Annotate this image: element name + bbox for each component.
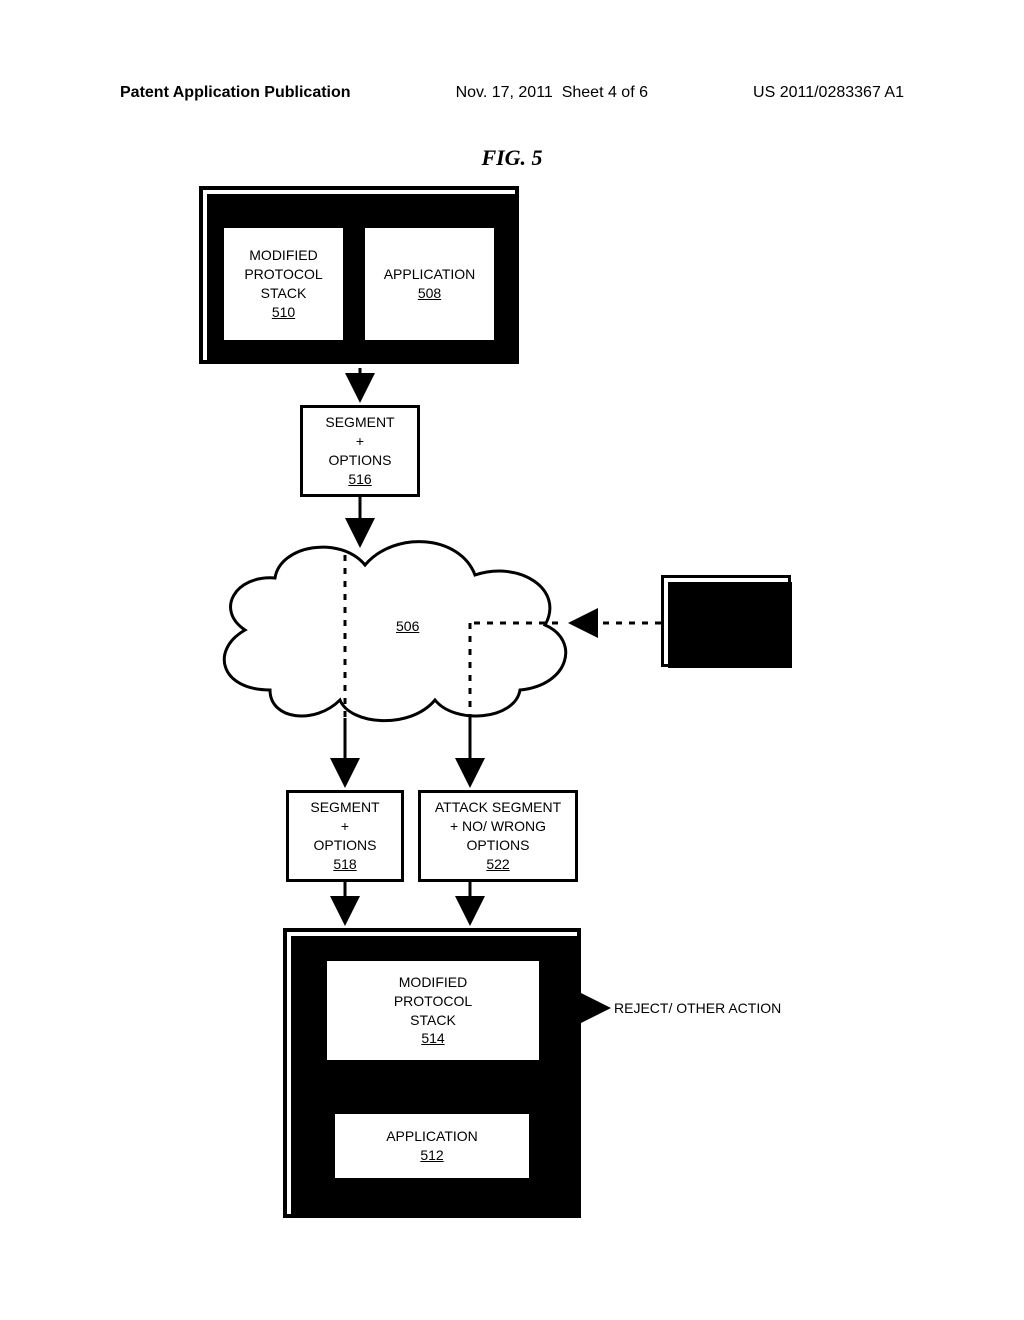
malicious-system-520: MALICIOUS SYSTEM 520 bbox=[661, 575, 791, 667]
reject-label: REJECT/ OTHER ACTION bbox=[614, 1000, 781, 1016]
application-512: APPLICATION 512 bbox=[332, 1111, 532, 1181]
header-date: Nov. 17, 2011 Sheet 4 of 6 bbox=[456, 84, 648, 102]
attack-segment-522: ATTACK SEGMENT + NO/ WRONG OPTIONS 522 bbox=[418, 790, 578, 882]
cloud-network bbox=[200, 520, 580, 740]
system1-title: SYSTEM 1 502 bbox=[307, 200, 411, 219]
modified-protocol-stack-510: MODIFIED PROTOCOL STACK 510 bbox=[221, 225, 346, 343]
modified-protocol-stack-514: MODIFIED PROTOCOL STACK 514 bbox=[324, 958, 542, 1063]
figure-title: FIG. 5 bbox=[0, 145, 1024, 171]
segment-options-518: SEGMENT + OPTIONS 518 bbox=[286, 790, 404, 882]
application-508: APPLICATION 508 bbox=[362, 225, 497, 343]
header-pubnum: US 2011/0283367 A1 bbox=[753, 84, 904, 102]
cloud-ref: 506 bbox=[396, 618, 419, 634]
page-header: Patent Application Publication Nov. 17, … bbox=[120, 84, 904, 102]
segment-options-516: SEGMENT + OPTIONS 516 bbox=[300, 405, 420, 497]
system2-title: SYSTEM 2 504 bbox=[380, 1185, 484, 1204]
header-publication: Patent Application Publication bbox=[120, 84, 351, 102]
